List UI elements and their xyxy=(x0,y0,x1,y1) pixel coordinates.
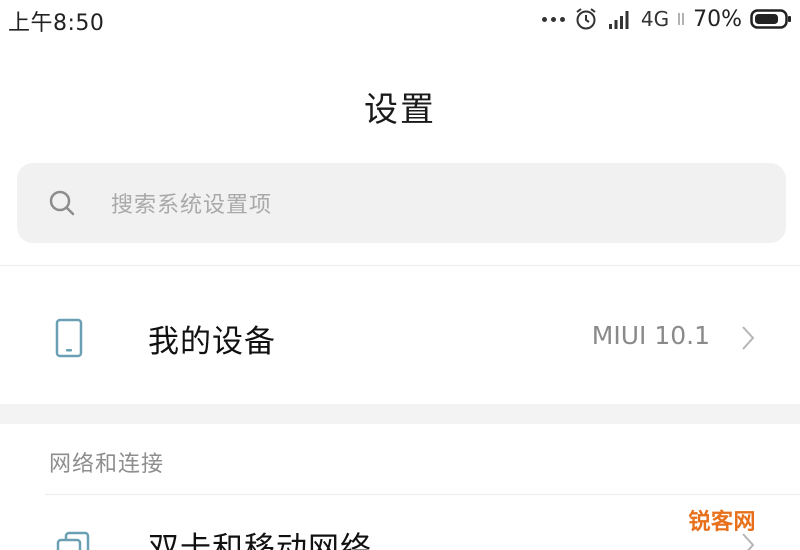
search-placeholder: 搜索系统设置项 xyxy=(111,193,273,218)
data-arrows-icon xyxy=(678,13,684,25)
dual-sim-item[interactable]: 双卡和移动网络 xyxy=(0,495,800,550)
alarm-icon xyxy=(576,8,596,30)
sim-card-icon xyxy=(56,531,90,550)
phone-icon xyxy=(55,318,83,358)
more-dots-icon xyxy=(541,16,565,22)
watermark-logo: 锐客网 xyxy=(688,510,756,535)
network-type: 4G xyxy=(640,7,670,31)
dual-sim-label: 双卡和移动网络 xyxy=(148,531,372,550)
section-header-network: 网络和连接 xyxy=(49,452,165,477)
battery-icon xyxy=(750,9,791,29)
status-bar: 上午8:50 4G 70% xyxy=(0,0,800,40)
battery-percent: 70% xyxy=(693,6,742,32)
my-device-label: 我的设备 xyxy=(148,324,276,360)
signal-icon xyxy=(608,11,629,29)
page-title: 设置 xyxy=(364,90,436,130)
search-input[interactable]: 搜索系统设置项 xyxy=(17,163,786,243)
section-separator xyxy=(0,404,800,424)
chevron-right-icon xyxy=(742,326,755,350)
status-time: 上午8:50 xyxy=(8,11,105,36)
my-device-item[interactable]: 我的设备 MIUI 10.1 xyxy=(0,266,800,404)
miui-version: MIUI 10.1 xyxy=(591,321,710,350)
status-icons: 4G 70% xyxy=(541,3,792,35)
search-icon xyxy=(49,190,75,216)
